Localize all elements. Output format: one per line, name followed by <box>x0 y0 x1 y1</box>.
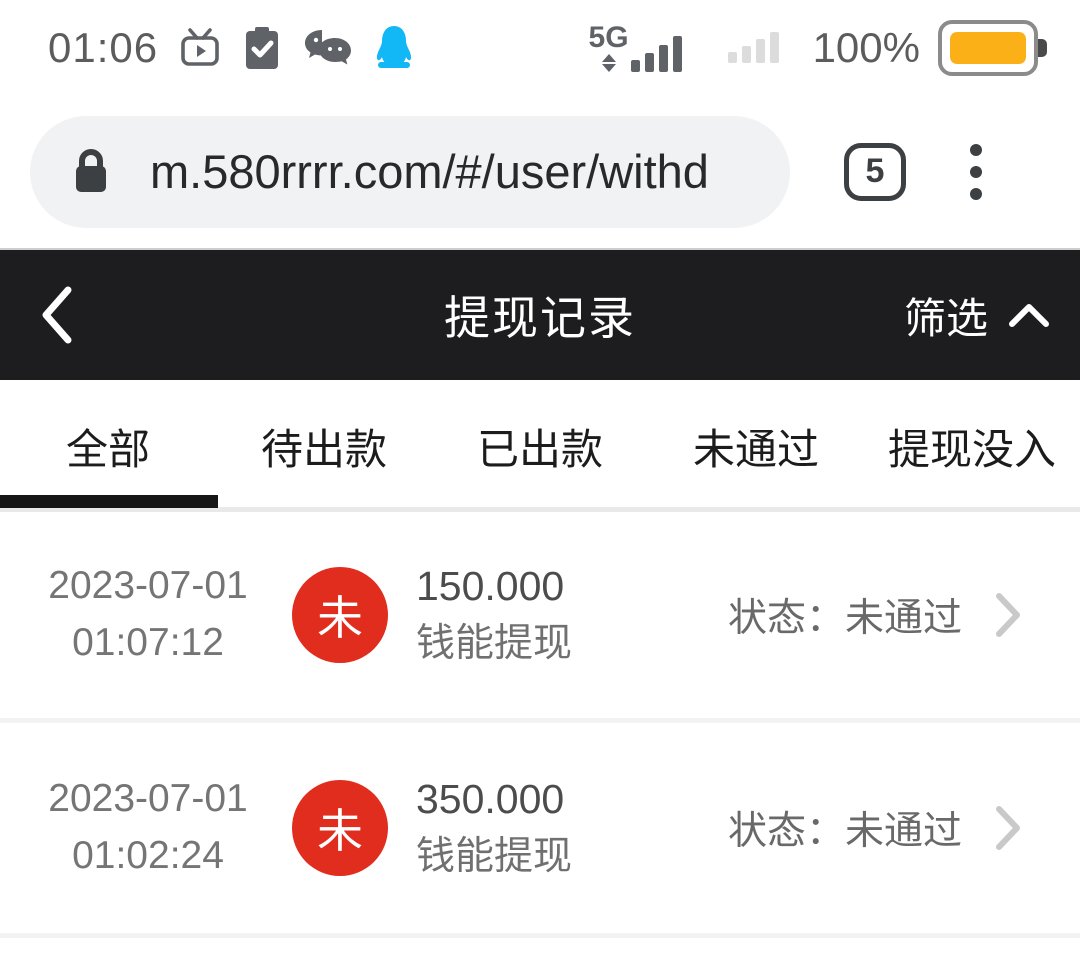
tab-withdraw-not-credited[interactable]: 提现没入 <box>864 380 1080 512</box>
tab-all[interactable]: 全部 <box>0 380 216 512</box>
url-field[interactable]: m.580rrrr.com/#/user/withd <box>30 116 790 228</box>
clock-time: 01:06 <box>48 24 158 72</box>
tab-switcher-button[interactable]: 5 <box>844 143 906 201</box>
tv-icon <box>178 26 222 70</box>
record-time: 01:07:12 <box>12 615 284 672</box>
record-datetime: 2023-07-01 01:07:12 <box>12 558 284 671</box>
app-header: 提现记录 筛选 <box>0 250 1080 380</box>
record-amount: 350.000 <box>416 770 572 829</box>
record-time: 01:02:24 <box>12 828 284 885</box>
active-tab-indicator <box>0 495 218 508</box>
battery-icon <box>938 20 1038 76</box>
qq-icon <box>374 24 414 72</box>
data-activity-icon <box>602 54 616 72</box>
status-badge: 未 <box>292 780 388 876</box>
filter-label: 筛选 <box>904 285 988 346</box>
row-divider <box>0 933 1080 938</box>
record-date: 2023-07-01 <box>12 771 284 828</box>
tab-rejected[interactable]: 未通过 <box>648 380 864 512</box>
filter-tabs: 全部 待出款 已出款 未通过 提现没入 <box>0 380 1080 512</box>
record-main: 350.000 钱能提现 <box>416 770 572 886</box>
lock-icon <box>72 148 110 196</box>
battery-percent: 100% <box>813 24 920 72</box>
record-amount: 150.000 <box>416 557 572 616</box>
status-badge: 未 <box>292 567 388 663</box>
tab-count: 5 <box>866 152 885 191</box>
cellular-signal: 5G <box>589 23 682 72</box>
browser-address-bar: m.580rrrr.com/#/user/withd 5 <box>0 95 1080 250</box>
signal-bars-sim2-icon <box>728 32 779 63</box>
record-date: 2023-07-01 <box>12 558 284 615</box>
record-row[interactable]: 2023-07-01 01:07:12 未 150.000 钱能提现 状态：未通… <box>0 512 1080 718</box>
status-bar: 01:06 5G 100% <box>0 0 1080 95</box>
filter-button[interactable]: 筛选 <box>904 285 1080 346</box>
record-method: 钱能提现 <box>416 829 572 886</box>
tab-paid-out[interactable]: 已出款 <box>432 380 648 512</box>
record-main: 150.000 钱能提现 <box>416 557 572 673</box>
record-status: 状态：未通过 <box>728 587 962 643</box>
browser-menu-button[interactable] <box>970 144 982 200</box>
record-method: 钱能提现 <box>416 616 572 673</box>
record-status: 状态：未通过 <box>728 800 962 856</box>
clipboard-check-icon <box>242 25 282 71</box>
wechat-icon <box>302 26 354 70</box>
record-datetime: 2023-07-01 01:02:24 <box>12 771 284 884</box>
chevron-right-icon <box>994 591 1022 639</box>
network-type-label: 5G <box>589 23 629 53</box>
signal-bars-icon <box>631 36 682 72</box>
url-text: m.580rrrr.com/#/user/withd <box>150 144 710 199</box>
tab-pending-payout[interactable]: 待出款 <box>216 380 432 512</box>
record-row[interactable]: 2023-07-01 01:02:24 未 350.000 钱能提现 状态：未通… <box>0 723 1080 933</box>
chevron-up-icon <box>1008 302 1050 328</box>
chevron-right-icon <box>994 804 1022 852</box>
withdrawal-record-list: 2023-07-01 01:07:12 未 150.000 钱能提现 状态：未通… <box>0 512 1080 938</box>
